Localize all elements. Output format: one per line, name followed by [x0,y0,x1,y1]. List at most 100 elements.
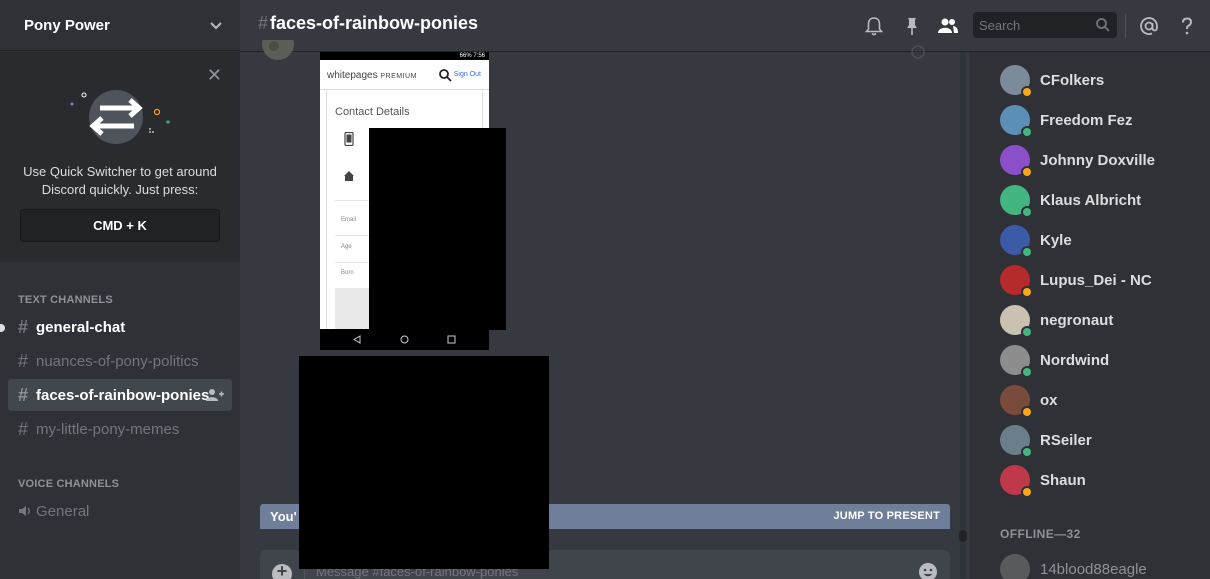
chevron-down-icon [210,22,222,30]
pin-icon[interactable] [901,15,923,37]
member-item[interactable]: Freedom Fez [1000,100,1200,140]
member-name: Shaun [1040,471,1086,489]
channel-sidebar: Pony Power ✕ Use Quick Switcher to get a… [0,0,240,579]
channel-label: nuances-of-pony-politics [36,352,199,370]
jump-to-present-button[interactable]: JUMP TO PRESENT [833,510,940,522]
member-list: CFolkers Freedom Fez Johnny Doxville Klaus … [970,52,1210,579]
avatar [1000,425,1033,458]
avatar [1000,225,1033,258]
reaction-icon[interactable] [910,44,926,60]
member-name: Klaus Albricht [1040,191,1142,209]
message-author-avatar[interactable] [262,40,294,61]
member-item[interactable]: Nordwind [1000,340,1200,380]
member-name: Freedom Fez [1040,111,1133,129]
offline-category: OFFLINE—32 [1000,527,1081,541]
status-indicator [1021,406,1033,418]
quick-switcher-icon [70,90,170,144]
sign-out-link: Sign Out [453,71,481,78]
home-button-icon [400,335,409,344]
emoji-icon[interactable] [918,562,938,579]
search-box[interactable] [973,12,1117,38]
status-indicator [1021,126,1033,138]
avatar [1000,554,1030,579]
unread-indicator [0,324,5,332]
channel-faces-of-rainbow-ponies[interactable]: # faces-of-rainbow-ponies [8,379,232,411]
invite-user-icon[interactable] [206,388,224,402]
hash-icon: # [18,350,29,371]
member-item-offline[interactable]: 14blood88eagle [1000,549,1200,579]
speaker-icon [19,506,30,516]
bell-icon[interactable] [863,15,885,37]
avatar [1000,145,1033,178]
help-icon[interactable] [1176,15,1198,37]
avatar [1000,65,1033,98]
member-item[interactable]: Kyle [1000,220,1200,260]
redaction-box [299,356,549,569]
channel-label: faces-of-rainbow-ponies [36,386,210,404]
channel-label: general-chat [36,318,126,336]
hash-icon: # [18,418,29,439]
avatar [1000,385,1033,418]
member-item[interactable]: RSeiler [1000,420,1200,460]
avatar [1000,105,1033,138]
status-indicator [1021,246,1033,258]
born-label: Born [341,270,354,276]
quick-switcher-tip: ✕ Use Quick Switcher to get around Disco… [0,52,240,262]
member-item[interactable]: CFolkers [1000,60,1200,100]
channel-title-text: faces-of-rainbow-ponies [270,13,479,33]
guild-header[interactable]: Pony Power [0,0,240,51]
status-indicator [1021,326,1033,338]
email-label: Email [341,217,357,223]
header-divider [1125,14,1126,38]
member-item[interactable]: Lupus_Dei - NC [1000,260,1200,300]
hash-icon: # [18,384,29,405]
status-indicator [1021,446,1033,458]
channel-general-chat[interactable]: # general-chat [8,311,232,343]
search-icon [439,69,452,82]
member-item[interactable]: negronaut [1000,300,1200,340]
member-name: Nordwind [1040,351,1110,369]
member-name: 14blood88eagle [1040,560,1147,578]
back-icon [353,335,361,344]
member-item[interactable]: Shaun [1000,460,1200,500]
close-icon[interactable]: ✕ [207,66,222,84]
avatar [1000,345,1033,378]
member-name: Johnny Doxville [1040,151,1156,169]
chat-scrollbar[interactable] [957,52,969,579]
voice-channel-general[interactable]: General [8,495,232,527]
status-indicator [1021,206,1033,218]
avatar [1000,465,1033,498]
age-label: Age [341,244,352,250]
member-item[interactable]: Johnny Doxville [1000,140,1200,180]
category-voice-channels[interactable]: VOICE CHANNELS [18,478,119,490]
member-item[interactable]: Klaus Albricht [1000,180,1200,220]
avatar [1000,305,1033,338]
category-text-channels[interactable]: TEXT CHANNELS [18,294,113,306]
discord-app: Pony Power ✕ Use Quick Switcher to get a… [0,0,1210,579]
channel-label: General [36,502,90,520]
mention-icon[interactable] [1138,15,1160,37]
channel-my-little-pony-memes[interactable]: # my-little-pony-memes [8,413,232,445]
channel-header: # faces-of-rainbow-ponies [240,0,1210,52]
status-indicator [1021,166,1033,178]
contact-details-heading: Contact Details [335,106,410,118]
hash-icon: # [258,13,269,33]
scroll-track[interactable] [960,52,966,579]
scroll-thumb[interactable] [959,530,967,542]
quick-switcher-text: Use Quick Switcher to get around Discord… [23,164,217,197]
hash-icon: # [18,316,29,337]
search-input[interactable] [973,12,1093,38]
phone-icon [344,132,354,146]
redaction-box [369,128,506,330]
member-name: CFolkers [1040,71,1105,89]
member-name: ox [1040,391,1058,409]
members-icon[interactable] [937,15,959,37]
member-name: Lupus_Dei - NC [1040,271,1152,289]
member-item[interactable]: ox [1000,380,1200,420]
avatar [1000,185,1033,218]
phone-app-header: whitepages PREMIUM Sign Out [320,60,489,90]
channel-nuances-of-pony-politics[interactable]: # nuances-of-pony-politics [8,345,232,377]
upload-icon[interactable] [272,561,292,579]
search-icon [1096,18,1110,32]
home-icon [344,171,354,181]
